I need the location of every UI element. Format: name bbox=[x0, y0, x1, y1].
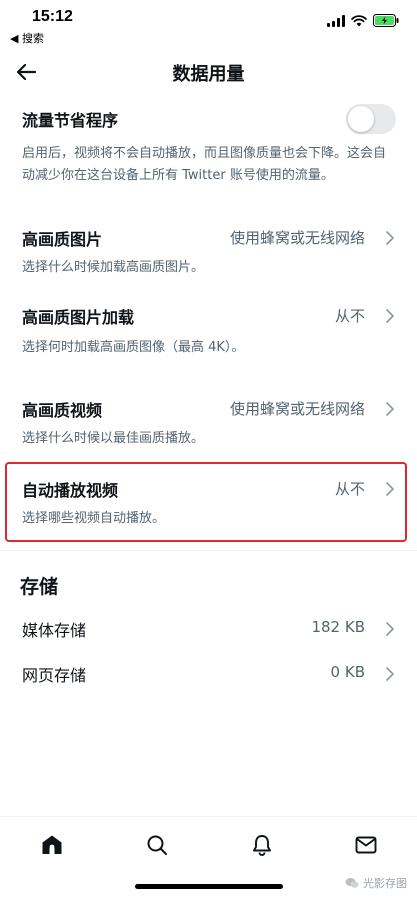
messages-icon[interactable] bbox=[352, 831, 380, 859]
storage-value: 0 KB bbox=[330, 663, 365, 681]
status-icons bbox=[327, 14, 399, 27]
header: 数据用量 bbox=[0, 48, 417, 96]
page-title: 数据用量 bbox=[172, 64, 245, 85]
setting-value: 从不 bbox=[334, 307, 365, 325]
signal-icon bbox=[327, 14, 345, 27]
bottom-nav bbox=[0, 816, 417, 873]
setting-description: 选择哪些视频自动播放。 bbox=[22, 511, 166, 526]
divider bbox=[0, 550, 417, 551]
chevron-right-icon bbox=[386, 622, 394, 636]
storage-title: 网页存储 bbox=[22, 666, 87, 685]
watermark-text: 光影存图 bbox=[363, 877, 407, 890]
setting-description: 选择何时加载高画质图像（最高 4K）。 bbox=[22, 340, 245, 355]
storage-value: 182 KB bbox=[311, 618, 365, 636]
wifi-icon bbox=[351, 14, 367, 27]
data-saver-toggle[interactable] bbox=[346, 104, 396, 134]
chevron-right-icon bbox=[386, 667, 394, 681]
chevron-right-icon bbox=[386, 231, 394, 245]
setting-value: 使用蜂窝或无线网络 bbox=[229, 229, 365, 247]
setting-title: 高画质图片 bbox=[22, 230, 103, 249]
battery-charging-icon bbox=[373, 14, 399, 27]
setting-title: 高画质视频 bbox=[22, 401, 103, 420]
storage-heading: 存储 bbox=[20, 576, 59, 598]
setting-value: 从不 bbox=[334, 480, 365, 498]
setting-value: 使用蜂窝或无线网络 bbox=[229, 400, 365, 418]
back-to-search-link[interactable]: ◀ 搜索 bbox=[10, 30, 44, 46]
notifications-icon[interactable] bbox=[248, 831, 276, 859]
setting-title: 高画质图片加载 bbox=[22, 308, 135, 327]
data-saver-description: 启用后，视频将不会自动播放，而且图像质量也会下降。这会自动减少你在这台设备上所有… bbox=[22, 146, 387, 183]
toggle-knob bbox=[348, 106, 374, 132]
search-icon[interactable] bbox=[143, 831, 171, 859]
watermark: 光影存图 bbox=[345, 875, 407, 891]
setting-description: 选择什么时候加载高画质图片。 bbox=[22, 260, 205, 275]
chevron-right-icon bbox=[386, 402, 394, 416]
data-saver-title: 流量节省程序 bbox=[22, 111, 119, 130]
setting-title: 自动播放视频 bbox=[22, 481, 119, 500]
home-indicator bbox=[135, 884, 283, 889]
storage-title: 媒体存储 bbox=[22, 621, 87, 640]
highlight-box bbox=[5, 462, 407, 542]
wechat-icon bbox=[345, 878, 359, 888]
status-bar: 15:12 ◀ 搜索 bbox=[0, 0, 417, 48]
home-icon[interactable] bbox=[38, 831, 66, 859]
status-time: 15:12 bbox=[32, 8, 73, 25]
chevron-right-icon bbox=[386, 482, 394, 496]
chevron-right-icon bbox=[386, 309, 394, 323]
setting-description: 选择什么时候以最佳画质播放。 bbox=[22, 431, 205, 446]
